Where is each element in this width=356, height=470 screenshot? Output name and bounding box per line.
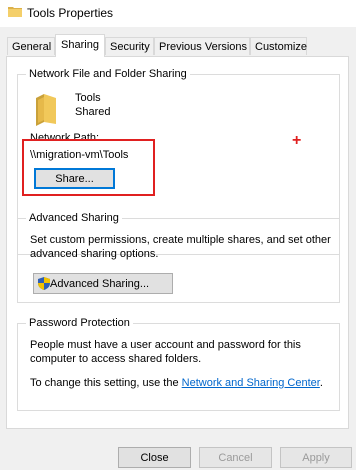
shared-item-status: Shared [75,106,111,118]
password-protection-group: Password Protection People must have a u… [17,317,340,411]
network-sharing-group-label: Network File and Folder Sharing [26,68,190,80]
click-marker: + [292,132,302,149]
shared-item-name: Tools [75,92,101,104]
advanced-sharing-desc-2: advanced sharing options. [30,248,159,260]
uac-shield-icon [38,277,50,290]
tab-previous-versions[interactable]: Previous Versions [154,37,250,55]
change-prefix: To change this setting, use the [30,377,182,389]
cancel-button[interactable]: Cancel [199,447,272,468]
advanced-sharing-group: Advanced Sharing Set custom permissions,… [17,212,340,303]
folder-icon [8,7,22,17]
network-sharing-center-link[interactable]: Network and Sharing Center [182,377,320,389]
advanced-sharing-group-label: Advanced Sharing [26,212,122,224]
window-title: Tools Properties [27,6,114,20]
tab-general[interactable]: General [7,37,55,55]
advanced-sharing-desc-1: Set custom permissions, create multiple … [30,234,331,246]
highlight-box [22,139,155,196]
shared-folder-icon [36,94,56,126]
sharing-tab-pane: Network File and Folder Sharing Tools Sh… [6,56,349,429]
tab-customize[interactable]: Customize [250,37,307,55]
tab-sharing[interactable]: Sharing [55,34,105,57]
tab-security[interactable]: Security [105,37,154,55]
apply-button[interactable]: Apply [280,447,352,468]
advanced-sharing-button-label: Advanced Sharing... [50,278,150,290]
close-button[interactable]: Close [118,447,191,468]
title-bar: Tools Properties [0,0,356,27]
change-suffix: . [319,377,323,389]
advanced-sharing-button[interactable]: Advanced Sharing... [33,273,173,294]
password-protection-group-label: Password Protection [26,317,133,329]
password-protection-line-2: computer to access shared folders. [30,353,202,365]
password-protection-change-text: To change this setting, use the Network … [30,377,323,389]
password-protection-line-1: People must have a user account and pass… [30,339,301,351]
